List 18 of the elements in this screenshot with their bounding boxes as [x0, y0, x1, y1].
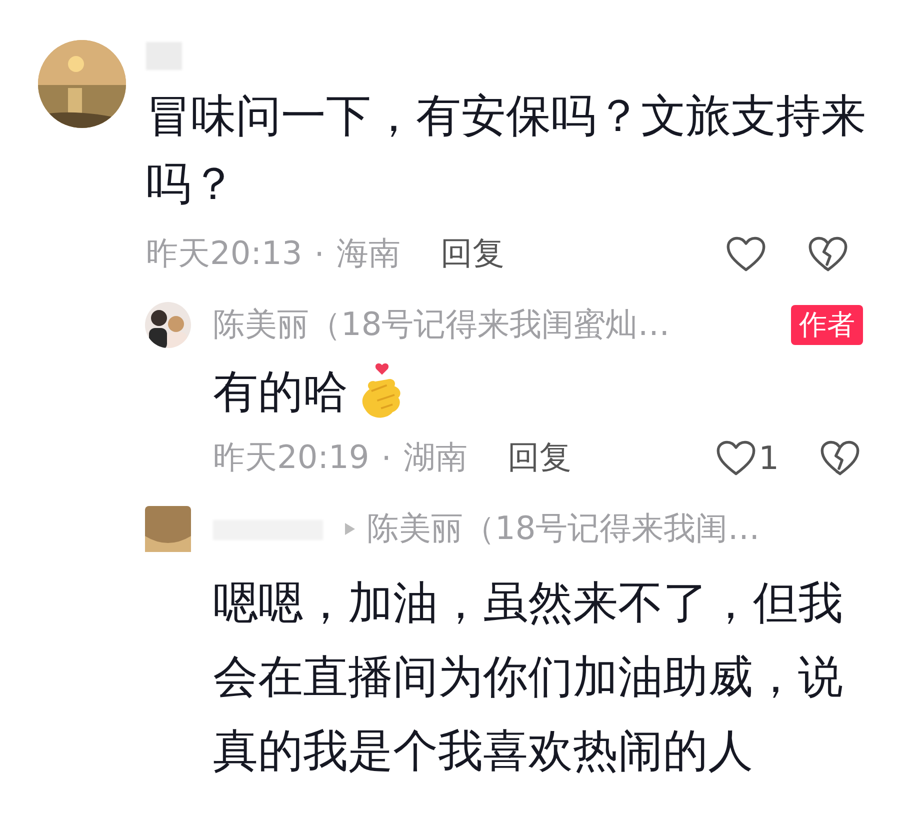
- reply-text: 有的哈: [213, 364, 348, 420]
- triangle-icon: [345, 523, 355, 535]
- comment-text: 冒味问一下，有安保吗？文旅支持来吗？: [146, 88, 867, 212]
- timestamp: 昨天20:13: [146, 233, 302, 274]
- location-label: 湖南: [403, 437, 468, 478]
- separator-dot: ·: [314, 235, 324, 273]
- separator-dot: ·: [381, 439, 392, 477]
- heart-icon[interactable]: [725, 235, 767, 273]
- reply-text: 嗯嗯，加油，虽然来不了，但我会在直播间为你们加油助威，说真的我是个我喜欢热闹的人: [213, 575, 844, 779]
- broken-heart-icon[interactable]: [819, 439, 861, 477]
- like-count: 1: [758, 439, 779, 477]
- author-badge: 作者: [791, 305, 863, 345]
- timestamp: 昨天20:19: [213, 437, 370, 478]
- location-label: 海南: [336, 233, 400, 274]
- reply-link[interactable]: 回复: [507, 436, 572, 480]
- heart-icon[interactable]: [714, 439, 757, 477]
- reply-link[interactable]: 回复: [440, 232, 504, 276]
- broken-heart-icon[interactable]: [807, 235, 849, 273]
